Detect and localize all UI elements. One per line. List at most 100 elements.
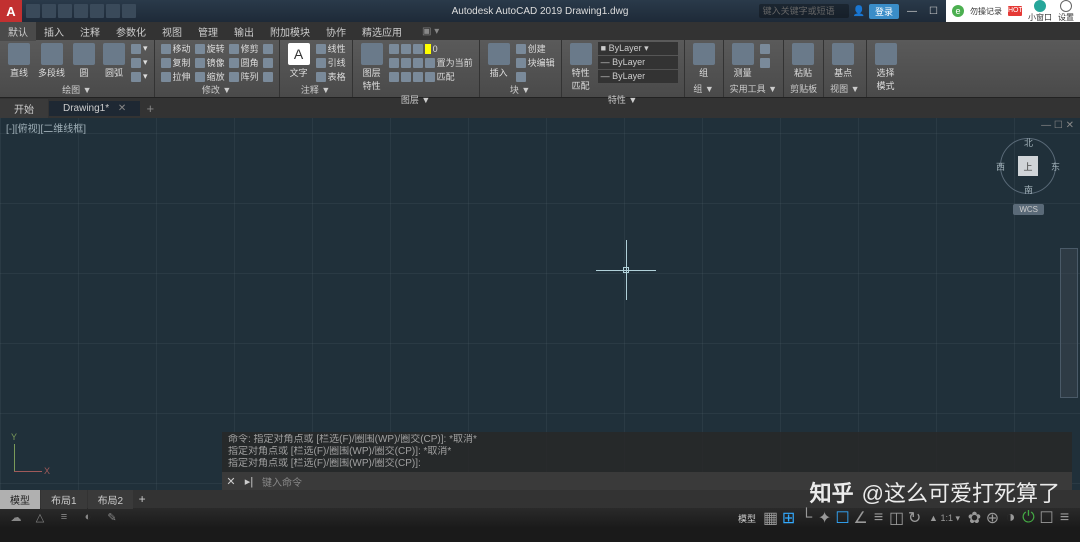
rotate-button[interactable]: 旋转	[195, 42, 225, 55]
tab-addins[interactable]: 附加模块	[262, 22, 318, 41]
mirror-button[interactable]: 镜像	[195, 56, 225, 69]
layer-tool-row2[interactable]: 匹配	[389, 70, 473, 83]
measure-button[interactable]: 测量	[730, 42, 756, 80]
lwt-toggle-icon[interactable]: ≡	[871, 511, 886, 525]
workspace-icon[interactable]: ✿	[967, 511, 982, 525]
base-button[interactable]: 基点	[830, 42, 856, 80]
viewcube[interactable]: 上 北 南 东 西	[1000, 138, 1056, 194]
create-block-button[interactable]: 创建	[516, 42, 555, 55]
browser-e-icon[interactable]: e	[952, 5, 964, 17]
hardware-accel-icon[interactable]: ⏻	[1021, 511, 1036, 525]
otrack-toggle-icon[interactable]: ∠	[853, 511, 868, 525]
group-layers-label[interactable]: 图层 ▼	[359, 93, 473, 106]
contrast-icon[interactable]: ◐	[80, 511, 96, 525]
draw-flyout-2[interactable]: ▾	[131, 56, 148, 69]
hot-badge[interactable]: HOT	[1008, 6, 1022, 16]
settings-button[interactable]: 设置	[1058, 0, 1074, 23]
window-max-icon[interactable]: ☐	[925, 6, 942, 17]
table-button[interactable]: 表格	[316, 70, 346, 83]
tab-insert[interactable]: 插入	[36, 22, 72, 41]
leader-button[interactable]: 引线	[316, 56, 346, 69]
osnap-toggle-icon[interactable]: ☐	[835, 511, 850, 525]
text-button[interactable]: A文字	[286, 42, 312, 80]
tab-parametric[interactable]: 参数化	[108, 22, 154, 41]
viewport-close-icon[interactable]: ✕	[1066, 120, 1074, 131]
customize-status-icon[interactable]: ≡	[1057, 511, 1072, 525]
modify-extra1[interactable]	[263, 42, 273, 55]
group-view-label[interactable]: 视图 ▼	[830, 82, 859, 95]
insert-block-button[interactable]: 插入	[486, 42, 512, 80]
close-tab-icon[interactable]: ✕	[118, 103, 126, 114]
tab-view[interactable]: 视图	[154, 22, 190, 41]
circle-button[interactable]: 圆	[71, 42, 97, 80]
group-draw-label[interactable]: 绘图 ▼	[6, 83, 148, 96]
viewcube-north[interactable]: 北	[1024, 136, 1033, 149]
anno-scale[interactable]: ▲ 1:1 ▾	[925, 513, 964, 524]
group-clip-label[interactable]: 剪贴板	[790, 82, 817, 95]
grid-toggle-icon[interactable]: ▦	[763, 511, 778, 525]
app-logo[interactable]: A	[0, 0, 22, 22]
tab-expand-icon[interactable]: ▣ ▾	[414, 24, 447, 39]
util-2[interactable]	[760, 56, 770, 69]
doc-tab-drawing1[interactable]: Drawing1* ✕	[49, 101, 140, 116]
group-modify-label[interactable]: 修改 ▼	[161, 83, 273, 96]
layout-tab-2[interactable]: 布局2	[88, 490, 134, 509]
help-search-input[interactable]: 键入关键字或短语	[759, 4, 849, 18]
qat-saveas-icon[interactable]	[74, 4, 88, 18]
qat-save-icon[interactable]	[58, 4, 72, 18]
modify-extra3[interactable]	[263, 70, 273, 83]
tab-manage[interactable]: 管理	[190, 22, 226, 41]
window-min-icon[interactable]: —	[903, 6, 921, 17]
viewcube-west[interactable]: 西	[996, 160, 1005, 173]
tab-output[interactable]: 输出	[226, 22, 262, 41]
command-input[interactable]: 键入命令	[258, 474, 302, 489]
viewcube-top-face[interactable]: 上	[1018, 156, 1038, 176]
snap-toggle-icon[interactable]: ⊞	[781, 511, 796, 525]
qat-undo-icon[interactable]	[106, 4, 120, 18]
qat-redo-icon[interactable]	[122, 4, 136, 18]
line-button[interactable]: 直线	[6, 42, 32, 80]
modify-extra2[interactable]	[263, 56, 273, 69]
viewcube-east[interactable]: 东	[1051, 160, 1060, 173]
viewport-min-icon[interactable]: —	[1041, 120, 1051, 131]
cloud-status-icon[interactable]: ☁	[8, 511, 24, 525]
navigation-bar[interactable]	[1060, 248, 1078, 398]
viewcube-south[interactable]: 南	[1024, 183, 1033, 196]
tab-annotate[interactable]: 注释	[72, 22, 108, 41]
draw-flyout-1[interactable]: ▾	[131, 42, 148, 55]
layer-props-button[interactable]: 图层 特性	[359, 42, 385, 93]
arc-button[interactable]: 圆弧	[101, 42, 127, 80]
viewport-max-icon[interactable]: ☐	[1054, 120, 1063, 131]
drawing-viewport[interactable]: [-][俯视][二维线框] — ☐ ✕ document.write(Array…	[0, 118, 1080, 490]
cycling-icon[interactable]: ↻	[907, 511, 922, 525]
qat-new-icon[interactable]	[26, 4, 40, 18]
tab-collab[interactable]: 协作	[318, 22, 354, 41]
array-button[interactable]: 阵列	[229, 70, 259, 83]
group-annotate-label[interactable]: 注释 ▼	[286, 83, 346, 96]
polar-toggle-icon[interactable]: ✦	[817, 511, 832, 525]
fillet-button[interactable]: 圆角	[229, 56, 259, 69]
modelspace-toggle[interactable]: 模型	[734, 512, 760, 525]
edit-icon[interactable]: ✎	[104, 511, 120, 525]
trim-button[interactable]: 修剪	[229, 42, 259, 55]
polyline-button[interactable]: 多段线	[36, 42, 67, 80]
user-icon[interactable]: 👤	[853, 6, 865, 17]
menu-status-icon[interactable]: ≡	[56, 511, 72, 525]
linetype-combo[interactable]: — ByLayer	[598, 70, 678, 83]
login-button[interactable]: 登录	[869, 4, 899, 19]
layer-freeze-icon[interactable]	[413, 44, 423, 54]
record-button[interactable]: 勿操记录	[970, 6, 1002, 17]
layout-tab-model[interactable]: 模型	[0, 490, 40, 509]
add-layout-button[interactable]: +	[134, 492, 150, 506]
new-doc-button[interactable]: +	[141, 101, 159, 116]
match-props-button[interactable]: 特性 匹配	[568, 42, 594, 93]
group-utils-label[interactable]: 实用工具 ▼	[730, 82, 777, 95]
group-block-label[interactable]: 块 ▼	[486, 83, 555, 96]
edit-block-button[interactable]: 块编辑	[516, 56, 555, 69]
paste-button[interactable]: 粘贴	[790, 42, 816, 80]
layer-tool-row[interactable]: 置为当前	[389, 56, 473, 69]
draw-flyout-3[interactable]: ▾	[131, 70, 148, 83]
util-1[interactable]	[760, 42, 770, 55]
linear-dim-button[interactable]: 线性	[316, 42, 346, 55]
lineweight-combo[interactable]: — ByLayer	[598, 56, 678, 69]
